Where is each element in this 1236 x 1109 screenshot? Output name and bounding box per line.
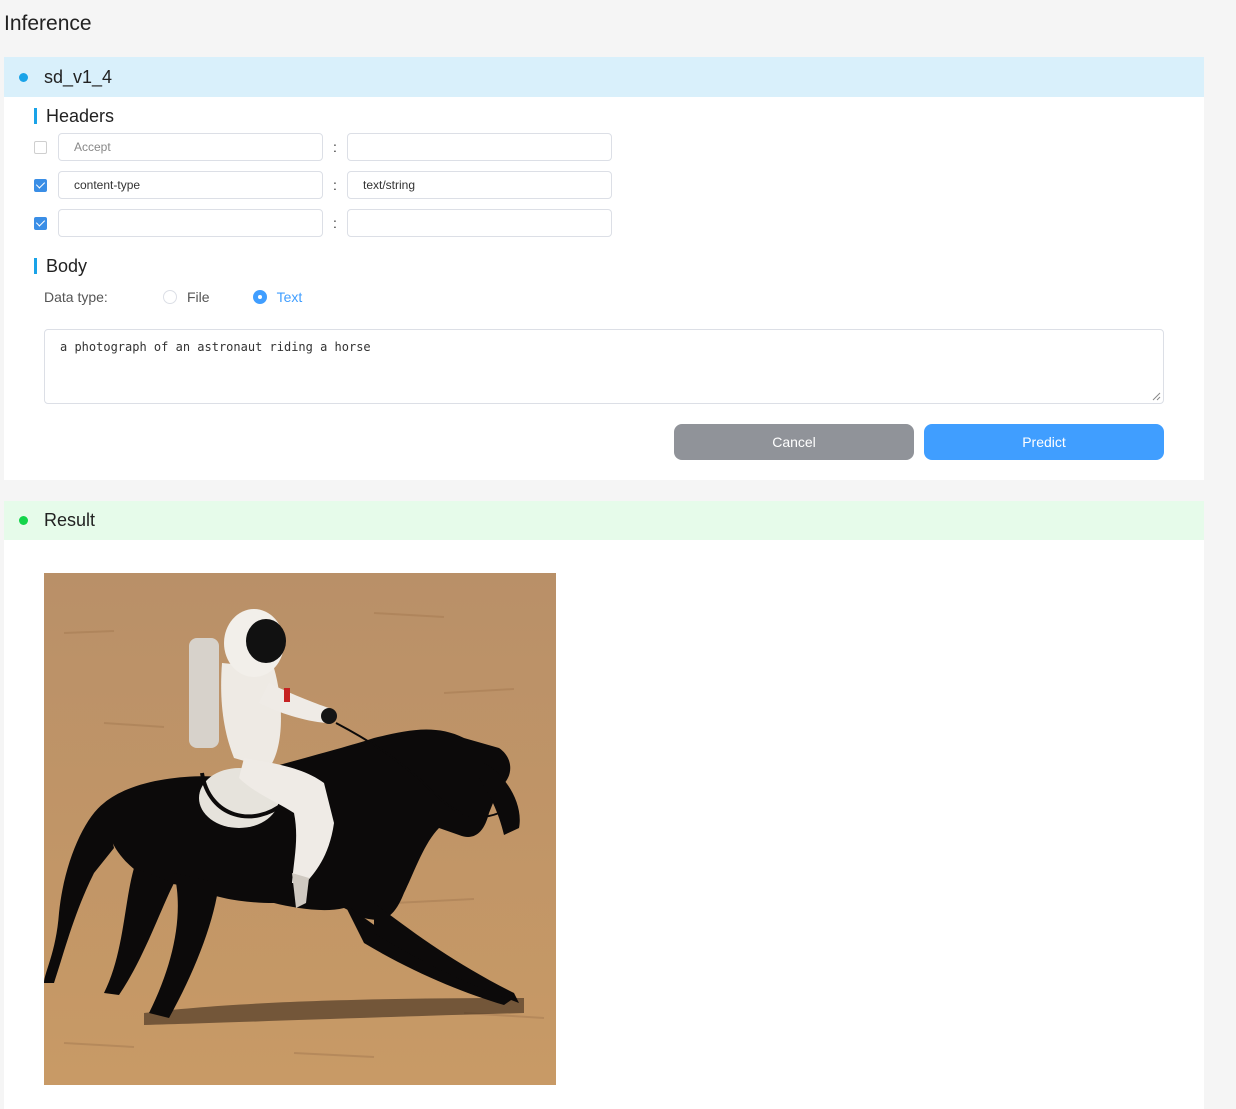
predict-button[interactable]: Predict xyxy=(924,424,1164,460)
header-value-input[interactable]: text/string xyxy=(347,171,612,199)
astronaut-horse-image xyxy=(44,573,556,1085)
page-title: Inference xyxy=(4,12,92,35)
headers-section-title: Headers xyxy=(34,107,114,125)
header-row-checkbox[interactable] xyxy=(34,178,47,192)
radio-file-label[interactable]: File xyxy=(187,289,210,305)
header-row: content-type : text/string xyxy=(34,171,612,199)
result-title: Result xyxy=(44,510,96,530)
header-row: Accept : xyxy=(34,133,612,161)
data-type-label: Data type: xyxy=(44,289,108,305)
header-key-input[interactable]: content-type xyxy=(58,171,323,199)
header-row-checkbox[interactable] xyxy=(34,140,47,154)
data-type-selector: Data type: File Text xyxy=(44,288,345,306)
header-value-input[interactable] xyxy=(347,209,612,237)
result-status-dot xyxy=(19,516,28,525)
header-separator: : xyxy=(333,177,337,193)
radio-file[interactable] xyxy=(163,290,177,304)
header-key-input[interactable]: Accept xyxy=(58,133,323,161)
result-header: Result xyxy=(4,501,1204,540)
header-separator: : xyxy=(333,215,337,231)
result-image xyxy=(44,573,556,1085)
model-status-dot xyxy=(19,72,28,82)
result-panel: Result xyxy=(4,501,1204,1109)
cancel-button[interactable]: Cancel xyxy=(674,424,914,460)
body-textarea[interactable]: a photograph of an astronaut riding a ho… xyxy=(44,329,1164,404)
radio-text[interactable] xyxy=(252,290,267,304)
header-row: : xyxy=(34,209,612,237)
model-name: sd_v1_4 xyxy=(44,66,113,87)
model-header: sd_v1_4 xyxy=(4,57,1204,97)
header-row-checkbox[interactable] xyxy=(34,216,47,230)
body-section-title: Body xyxy=(34,257,87,275)
header-value-input[interactable] xyxy=(347,133,612,161)
resize-grip-icon[interactable] xyxy=(1152,392,1161,401)
header-separator: : xyxy=(333,139,337,155)
inference-panel: sd_v1_4 Headers Accept : content-type : … xyxy=(4,57,1204,480)
body-text: a photograph of an astronaut riding a ho… xyxy=(60,340,371,354)
radio-text-label[interactable]: Text xyxy=(277,289,303,305)
header-key-input[interactable] xyxy=(58,209,323,237)
